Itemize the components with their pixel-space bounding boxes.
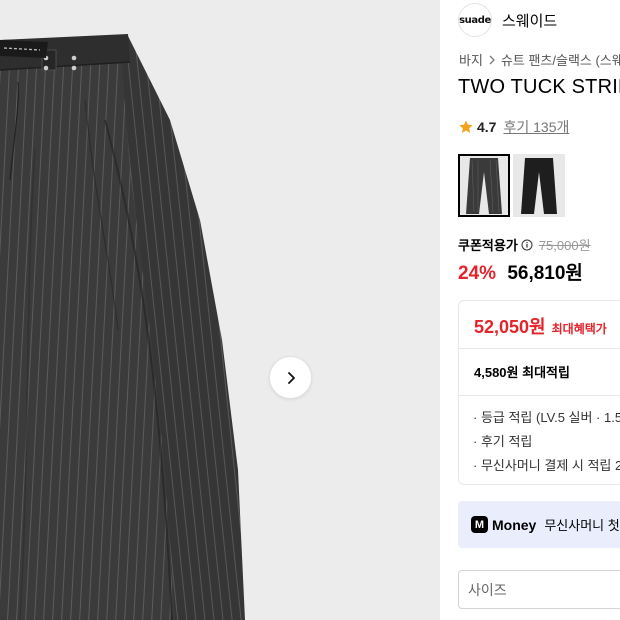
- divider: [459, 395, 620, 396]
- thumbnail-image: [513, 154, 565, 217]
- info-circle-icon[interactable]: [521, 239, 533, 251]
- points-item-grade: · 등급 적립 (LV.5 실버 · 1.5: [473, 410, 620, 425]
- sale-price: 56,810원: [507, 263, 583, 284]
- size-select-placeholder: 사이즈: [468, 581, 507, 598]
- brand-name[interactable]: 스웨이드: [502, 10, 557, 31]
- max-benefit-row[interactable]: 52,050원 최대혜택가: [474, 313, 607, 339]
- coupon-price-label: 쿠폰적용가: [458, 238, 518, 253]
- chevron-right-icon: [287, 371, 295, 384]
- original-price: 75,000원: [538, 238, 591, 253]
- points-list: · 등급 적립 (LV.5 실버 · 1.5 · 후기 적립 · 무신사머니 결…: [473, 406, 620, 478]
- max-benefit-label: 최대혜택가: [551, 322, 607, 336]
- discount-rate: 24%: [458, 263, 497, 284]
- rating-score: 4.7: [477, 119, 497, 135]
- reviews-link[interactable]: 후기 135개: [503, 117, 569, 137]
- benefit-box: 52,050원 최대혜택가 4,580원 최대적립 · 등급 적립 (LV.5 …: [458, 300, 620, 485]
- color-thumbnail-black[interactable]: [513, 154, 565, 217]
- brand-logo: suade: [458, 3, 492, 37]
- product-info-panel: suade 스웨이드 바지 슈트 팬츠/슬랙스 (스웨 TWO TUCK STR…: [441, 0, 620, 620]
- product-image: [0, 34, 245, 620]
- divider: [459, 348, 620, 349]
- points-item-money: · 무신사머니 결제 시 적립 2: [473, 458, 620, 473]
- breadcrumb-item-slacks[interactable]: 슈트 팬츠/슬랙스 (스웨: [501, 50, 620, 69]
- money-banner-text: 무신사머니 첫: [544, 518, 620, 533]
- product-title: TWO TUCK STRIPE: [458, 76, 620, 98]
- money-brand: Money: [492, 516, 537, 533]
- color-thumbnail-stripe[interactable]: [458, 154, 510, 217]
- sale-price-row: 24% 56,810원: [458, 258, 583, 285]
- color-thumbnails: [458, 154, 565, 217]
- rating: 4.7 후기 135개: [458, 117, 569, 137]
- brand-link[interactable]: suade 스웨이드: [458, 3, 557, 37]
- star-icon: [459, 120, 473, 133]
- points-item-review: · 후기 적립: [473, 434, 533, 449]
- size-select[interactable]: 사이즈: [458, 570, 620, 609]
- money-banner[interactable]: M Money 무신사머니 첫: [458, 501, 620, 548]
- points-total: 4,580원 최대적립: [474, 365, 570, 380]
- coupon-price-row: 쿠폰적용가 75,000원: [458, 235, 591, 254]
- next-image-button[interactable]: [269, 356, 312, 399]
- product-image-gallery: [0, 0, 440, 620]
- breadcrumb-item-pants[interactable]: 바지: [459, 50, 483, 69]
- breadcrumb: 바지 슈트 팬츠/슬랙스 (스웨: [459, 50, 620, 69]
- chevron-right-icon: [488, 55, 496, 65]
- max-benefit-price: 52,050원: [474, 317, 546, 337]
- thumbnail-image: [458, 154, 510, 217]
- money-icon: M: [471, 516, 488, 533]
